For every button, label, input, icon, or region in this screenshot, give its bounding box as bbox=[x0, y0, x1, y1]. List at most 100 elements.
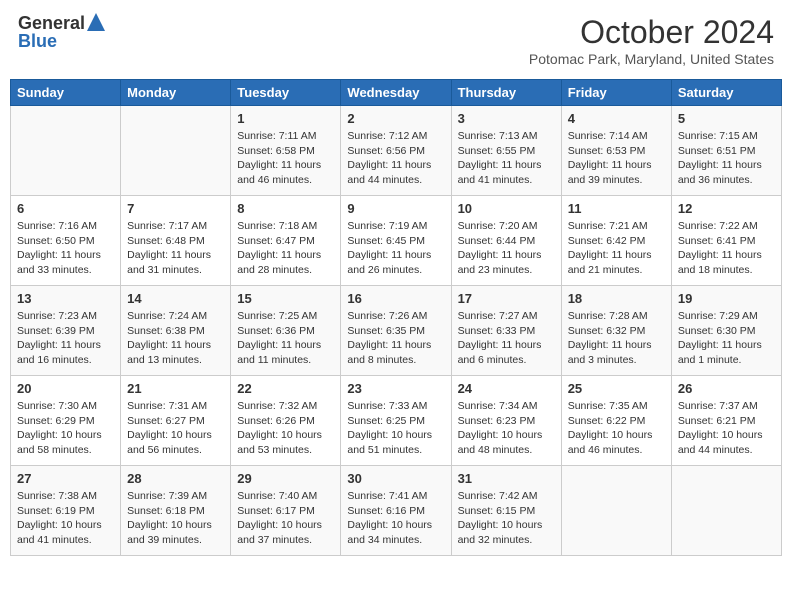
cell-content: Sunrise: 7:24 AMSunset: 6:38 PMDaylight:… bbox=[127, 309, 224, 368]
calendar-cell: 14 Sunrise: 7:24 AMSunset: 6:38 PMDayligh… bbox=[121, 286, 231, 376]
calendar-cell bbox=[561, 466, 671, 556]
day-number: 9 bbox=[347, 201, 444, 216]
calendar-week-row: 20 Sunrise: 7:30 AMSunset: 6:29 PMDayligh… bbox=[11, 376, 782, 466]
day-number: 31 bbox=[458, 471, 555, 486]
calendar-cell: 20 Sunrise: 7:30 AMSunset: 6:29 PMDayligh… bbox=[11, 376, 121, 466]
day-number: 5 bbox=[678, 111, 775, 126]
cell-content: Sunrise: 7:25 AMSunset: 6:36 PMDaylight:… bbox=[237, 309, 334, 368]
cell-content: Sunrise: 7:32 AMSunset: 6:26 PMDaylight:… bbox=[237, 399, 334, 458]
cell-content: Sunrise: 7:41 AMSunset: 6:16 PMDaylight:… bbox=[347, 489, 444, 548]
cell-content: Sunrise: 7:30 AMSunset: 6:29 PMDaylight:… bbox=[17, 399, 114, 458]
calendar-cell: 6Sunrise: 7:16 AMSunset: 6:50 PMDaylight… bbox=[11, 196, 121, 286]
cell-content: Sunrise: 7:42 AMSunset: 6:15 PMDaylight:… bbox=[458, 489, 555, 548]
calendar-cell: 17 Sunrise: 7:27 AMSunset: 6:33 PMDayligh… bbox=[451, 286, 561, 376]
cell-content: Sunrise: 7:23 AMSunset: 6:39 PMDaylight:… bbox=[17, 309, 114, 368]
day-number: 2 bbox=[347, 111, 444, 126]
calendar-cell: 13 Sunrise: 7:23 AMSunset: 6:39 PMDayligh… bbox=[11, 286, 121, 376]
cell-content: Sunrise: 7:28 AMSunset: 6:32 PMDaylight:… bbox=[568, 309, 665, 368]
day-header-thursday: Thursday bbox=[451, 80, 561, 106]
location: Potomac Park, Maryland, United States bbox=[529, 51, 774, 67]
cell-content: Sunrise: 7:14 AMSunset: 6:53 PMDaylight:… bbox=[568, 129, 665, 188]
calendar-cell: 8 Sunrise: 7:18 AMSunset: 6:47 PMDaylight… bbox=[231, 196, 341, 286]
logo-blue-text: Blue bbox=[18, 32, 57, 50]
day-header-monday: Monday bbox=[121, 80, 231, 106]
logo: General Blue bbox=[18, 14, 105, 50]
page-header: General Blue October 2024 Potomac Park, … bbox=[10, 10, 782, 71]
cell-content: Sunrise: 7:20 AMSunset: 6:44 PMDaylight:… bbox=[458, 219, 555, 278]
cell-content: Sunrise: 7:37 AMSunset: 6:21 PMDaylight:… bbox=[678, 399, 775, 458]
day-number: 23 bbox=[347, 381, 444, 396]
day-header-sunday: Sunday bbox=[11, 80, 121, 106]
day-number: 16 bbox=[347, 291, 444, 306]
day-number: 14 bbox=[127, 291, 224, 306]
day-number: 24 bbox=[458, 381, 555, 396]
calendar-cell: 21 Sunrise: 7:31 AMSunset: 6:27 PMDayligh… bbox=[121, 376, 231, 466]
calendar-cell: 3 Sunrise: 7:13 AMSunset: 6:55 PMDaylight… bbox=[451, 106, 561, 196]
day-number: 28 bbox=[127, 471, 224, 486]
day-number: 11 bbox=[568, 201, 665, 216]
cell-content: Sunrise: 7:11 AMSunset: 6:58 PMDaylight:… bbox=[237, 129, 334, 188]
day-number: 22 bbox=[237, 381, 334, 396]
cell-content: Sunrise: 7:38 AMSunset: 6:19 PMDaylight:… bbox=[17, 489, 114, 548]
cell-content: Sunrise: 7:31 AMSunset: 6:27 PMDaylight:… bbox=[127, 399, 224, 458]
cell-content: Sunrise: 7:34 AMSunset: 6:23 PMDaylight:… bbox=[458, 399, 555, 458]
day-number: 4 bbox=[568, 111, 665, 126]
logo-general-text: General bbox=[18, 14, 85, 32]
cell-content: Sunrise: 7:39 AMSunset: 6:18 PMDaylight:… bbox=[127, 489, 224, 548]
logo-triangle-icon bbox=[87, 13, 105, 31]
day-number: 26 bbox=[678, 381, 775, 396]
cell-content: Sunrise: 7:22 AMSunset: 6:41 PMDaylight:… bbox=[678, 219, 775, 278]
calendar-week-row: 1 Sunrise: 7:11 AMSunset: 6:58 PMDaylight… bbox=[11, 106, 782, 196]
cell-content: Sunrise: 7:15 AMSunset: 6:51 PMDaylight:… bbox=[678, 129, 775, 188]
calendar-cell: 30 Sunrise: 7:41 AMSunset: 6:16 PMDayligh… bbox=[341, 466, 451, 556]
calendar-cell: 22 Sunrise: 7:32 AMSunset: 6:26 PMDayligh… bbox=[231, 376, 341, 466]
calendar-header-row: SundayMondayTuesdayWednesdayThursdayFrid… bbox=[11, 80, 782, 106]
day-number: 1 bbox=[237, 111, 334, 126]
cell-content: Sunrise: 7:19 AMSunset: 6:45 PMDaylight:… bbox=[347, 219, 444, 278]
day-number: 25 bbox=[568, 381, 665, 396]
calendar-cell: 7 Sunrise: 7:17 AMSunset: 6:48 PMDaylight… bbox=[121, 196, 231, 286]
day-header-saturday: Saturday bbox=[671, 80, 781, 106]
cell-content: Sunrise: 7:26 AMSunset: 6:35 PMDaylight:… bbox=[347, 309, 444, 368]
calendar-week-row: 13 Sunrise: 7:23 AMSunset: 6:39 PMDayligh… bbox=[11, 286, 782, 376]
calendar-cell: 11 Sunrise: 7:21 AMSunset: 6:42 PMDayligh… bbox=[561, 196, 671, 286]
day-number: 8 bbox=[237, 201, 334, 216]
day-number: 20 bbox=[17, 381, 114, 396]
calendar-cell: 4 Sunrise: 7:14 AMSunset: 6:53 PMDaylight… bbox=[561, 106, 671, 196]
calendar-cell: 26 Sunrise: 7:37 AMSunset: 6:21 PMDayligh… bbox=[671, 376, 781, 466]
day-number: 27 bbox=[17, 471, 114, 486]
calendar-cell bbox=[121, 106, 231, 196]
cell-content: Sunrise: 7:29 AMSunset: 6:30 PMDaylight:… bbox=[678, 309, 775, 368]
title-area: October 2024 Potomac Park, Maryland, Uni… bbox=[529, 14, 774, 67]
cell-content: Sunrise: 7:21 AMSunset: 6:42 PMDaylight:… bbox=[568, 219, 665, 278]
calendar-cell: 12 Sunrise: 7:22 AMSunset: 6:41 PMDayligh… bbox=[671, 196, 781, 286]
day-number: 7 bbox=[127, 201, 224, 216]
day-number: 29 bbox=[237, 471, 334, 486]
day-header-wednesday: Wednesday bbox=[341, 80, 451, 106]
month-title: October 2024 bbox=[529, 14, 774, 51]
day-number: 6 bbox=[17, 201, 114, 216]
day-number: 12 bbox=[678, 201, 775, 216]
calendar-cell bbox=[11, 106, 121, 196]
calendar-week-row: 27 Sunrise: 7:38 AMSunset: 6:19 PMDayligh… bbox=[11, 466, 782, 556]
day-number: 3 bbox=[458, 111, 555, 126]
day-number: 30 bbox=[347, 471, 444, 486]
calendar-cell: 15 Sunrise: 7:25 AMSunset: 6:36 PMDayligh… bbox=[231, 286, 341, 376]
cell-content: Sunrise: 7:35 AMSunset: 6:22 PMDaylight:… bbox=[568, 399, 665, 458]
cell-content: Sunrise: 7:17 AMSunset: 6:48 PMDaylight:… bbox=[127, 219, 224, 278]
calendar-cell: 5 Sunrise: 7:15 AMSunset: 6:51 PMDaylight… bbox=[671, 106, 781, 196]
day-number: 13 bbox=[17, 291, 114, 306]
calendar-cell: 1 Sunrise: 7:11 AMSunset: 6:58 PMDaylight… bbox=[231, 106, 341, 196]
calendar-cell: 16 Sunrise: 7:26 AMSunset: 6:35 PMDayligh… bbox=[341, 286, 451, 376]
calendar-cell bbox=[671, 466, 781, 556]
calendar-cell: 18Sunrise: 7:28 AMSunset: 6:32 PMDayligh… bbox=[561, 286, 671, 376]
day-number: 15 bbox=[237, 291, 334, 306]
day-number: 17 bbox=[458, 291, 555, 306]
day-number: 21 bbox=[127, 381, 224, 396]
calendar-cell: 28 Sunrise: 7:39 AMSunset: 6:18 PMDayligh… bbox=[121, 466, 231, 556]
day-number: 10 bbox=[458, 201, 555, 216]
cell-content: Sunrise: 7:27 AMSunset: 6:33 PMDaylight:… bbox=[458, 309, 555, 368]
cell-content: Sunrise: 7:13 AMSunset: 6:55 PMDaylight:… bbox=[458, 129, 555, 188]
cell-content: Sunrise: 7:18 AMSunset: 6:47 PMDaylight:… bbox=[237, 219, 334, 278]
calendar-table: SundayMondayTuesdayWednesdayThursdayFrid… bbox=[10, 79, 782, 556]
